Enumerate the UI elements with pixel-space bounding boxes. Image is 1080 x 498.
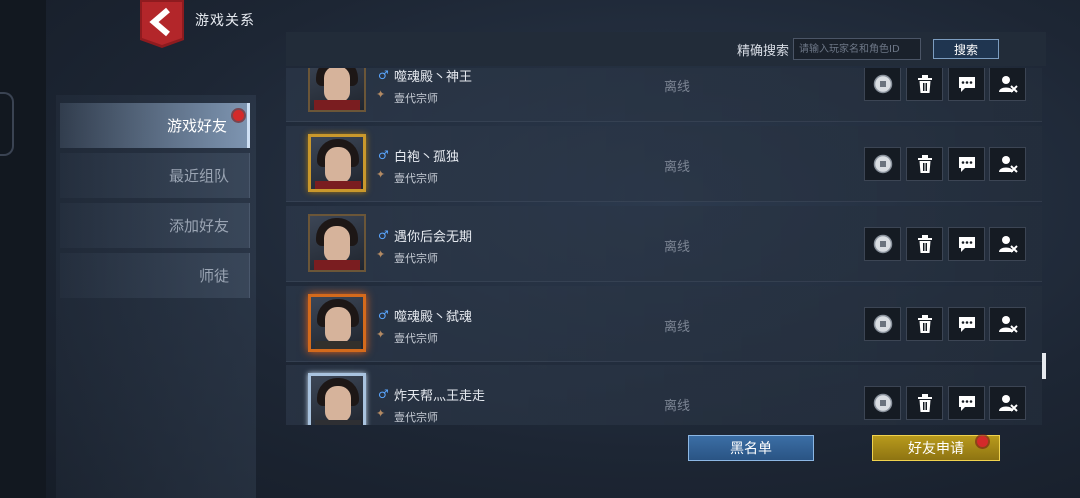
tab-label: 师徒 xyxy=(198,267,229,285)
avatar[interactable] xyxy=(308,294,366,352)
search-bar xyxy=(286,32,1046,66)
friend-name: 噬魂殿丶弑魂 xyxy=(394,310,473,325)
remove-friend-icon xyxy=(998,395,1018,412)
coin-button[interactable] xyxy=(864,147,901,181)
remove-friend-icon xyxy=(998,156,1018,173)
trash-icon xyxy=(917,235,932,253)
chat-icon xyxy=(958,237,975,252)
chat-icon xyxy=(958,157,975,172)
coin-button[interactable] xyxy=(864,68,901,101)
notification-dot xyxy=(233,110,244,121)
friend-row[interactable]: ♂ ✦ 炸天帮灬王走走 壹代宗师 离线 xyxy=(286,365,1042,425)
search-input[interactable] xyxy=(793,38,921,60)
tab-label: 添加好友 xyxy=(168,217,229,235)
trash-icon xyxy=(917,155,932,173)
tab-label: 最近组队 xyxy=(168,167,229,185)
chat-icon xyxy=(958,317,975,332)
trash-icon xyxy=(917,315,932,333)
left-edge xyxy=(0,0,46,498)
delete-button[interactable] xyxy=(906,227,943,261)
page-title: 游戏关系 xyxy=(195,13,255,29)
tab-mentor[interactable]: 师徒 xyxy=(60,253,250,298)
chat-button[interactable] xyxy=(948,147,985,181)
tab-add-friend[interactable]: 添加好友 xyxy=(60,203,250,248)
coin-icon xyxy=(873,154,892,174)
coin-button[interactable] xyxy=(864,307,901,341)
avatar[interactable] xyxy=(308,373,366,425)
trash-icon xyxy=(917,75,932,93)
remove-friend-button[interactable] xyxy=(989,68,1026,101)
avatar[interactable] xyxy=(308,68,366,112)
notification-dot xyxy=(977,436,988,447)
tab-label: 游戏好友 xyxy=(166,117,227,135)
trash-icon xyxy=(917,394,932,412)
friend-row[interactable]: ♂ ✦ 白袍丶孤独 壹代宗师 离线 xyxy=(286,126,1042,202)
online-status: 离线 xyxy=(664,399,691,414)
friend-name: 噬魂殿丶神王 xyxy=(394,70,473,85)
coin-icon xyxy=(873,314,892,334)
remove-friend-icon xyxy=(998,316,1018,333)
friend-rank: 壹代宗师 xyxy=(394,172,438,185)
friend-name: 遇你后会无期 xyxy=(394,230,473,245)
delete-button[interactable] xyxy=(906,386,943,420)
avatar[interactable] xyxy=(308,134,366,192)
remove-friend-icon xyxy=(998,76,1018,93)
coin-icon xyxy=(873,74,892,94)
rank-icon: ✦ xyxy=(376,248,386,261)
male-icon: ♂ xyxy=(378,228,389,242)
remove-friend-button[interactable] xyxy=(989,227,1026,261)
friend-name: 炸天帮灬王走走 xyxy=(394,389,486,404)
device-notch xyxy=(0,92,14,156)
coin-button[interactable] xyxy=(864,386,901,420)
remove-friend-icon xyxy=(998,236,1018,253)
friend-row[interactable]: ♂ ✦ 噬魂殿丶神王 壹代宗师 离线 xyxy=(286,68,1042,122)
coin-icon xyxy=(873,393,892,413)
chat-button[interactable] xyxy=(948,307,985,341)
rank-icon: ✦ xyxy=(376,168,386,181)
friend-row[interactable]: ♂ ✦ 遇你后会无期 壹代宗师 离线 xyxy=(286,206,1042,282)
online-status: 离线 xyxy=(664,80,691,95)
back-arrow-icon xyxy=(140,0,184,48)
chat-button[interactable] xyxy=(948,386,985,420)
avatar[interactable] xyxy=(308,214,366,272)
remove-friend-button[interactable] xyxy=(989,386,1026,420)
delete-button[interactable] xyxy=(906,307,943,341)
chat-button[interactable] xyxy=(948,68,985,101)
online-status: 离线 xyxy=(664,240,691,255)
tab-recent-team[interactable]: 最近组队 xyxy=(60,153,250,198)
rank-icon: ✦ xyxy=(376,88,386,101)
chat-button[interactable] xyxy=(948,227,985,261)
search-button[interactable]: 搜索 xyxy=(933,39,999,59)
coin-icon xyxy=(873,234,892,254)
coin-button[interactable] xyxy=(864,227,901,261)
online-status: 离线 xyxy=(664,160,691,175)
scrollbar-thumb[interactable] xyxy=(1042,353,1046,379)
rank-icon: ✦ xyxy=(376,328,386,341)
friend-name: 白袍丶孤独 xyxy=(394,150,460,165)
rank-icon: ✦ xyxy=(376,407,386,420)
remove-friend-button[interactable] xyxy=(989,307,1026,341)
back-button[interactable] xyxy=(140,0,184,48)
friend-rank: 壹代宗师 xyxy=(394,92,438,105)
chat-icon xyxy=(958,77,975,92)
male-icon: ♂ xyxy=(378,148,389,162)
blacklist-button[interactable]: 黑名单 xyxy=(688,435,814,461)
friend-rank: 壹代宗师 xyxy=(394,252,438,265)
remove-friend-button[interactable] xyxy=(989,147,1026,181)
delete-button[interactable] xyxy=(906,147,943,181)
friend-rank: 壹代宗师 xyxy=(394,411,438,424)
tab-game-friends[interactable]: 游戏好友 xyxy=(60,103,250,148)
delete-button[interactable] xyxy=(906,68,943,101)
online-status: 离线 xyxy=(664,320,691,335)
male-icon: ♂ xyxy=(378,308,389,322)
search-label: 精确搜索 xyxy=(737,44,790,59)
friend-rank: 壹代宗师 xyxy=(394,332,438,345)
friend-row[interactable]: ♂ ✦ 噬魂殿丶弑魂 壹代宗师 离线 xyxy=(286,286,1042,362)
male-icon: ♂ xyxy=(378,68,389,82)
friend-list[interactable]: ♂ ✦ 噬魂殿丶神王 壹代宗师 离线 ♂ ✦ 白袍丶孤独 壹代宗师 离线 ♂ ✦… xyxy=(286,68,1042,425)
chat-icon xyxy=(958,396,975,411)
male-icon: ♂ xyxy=(378,387,389,401)
